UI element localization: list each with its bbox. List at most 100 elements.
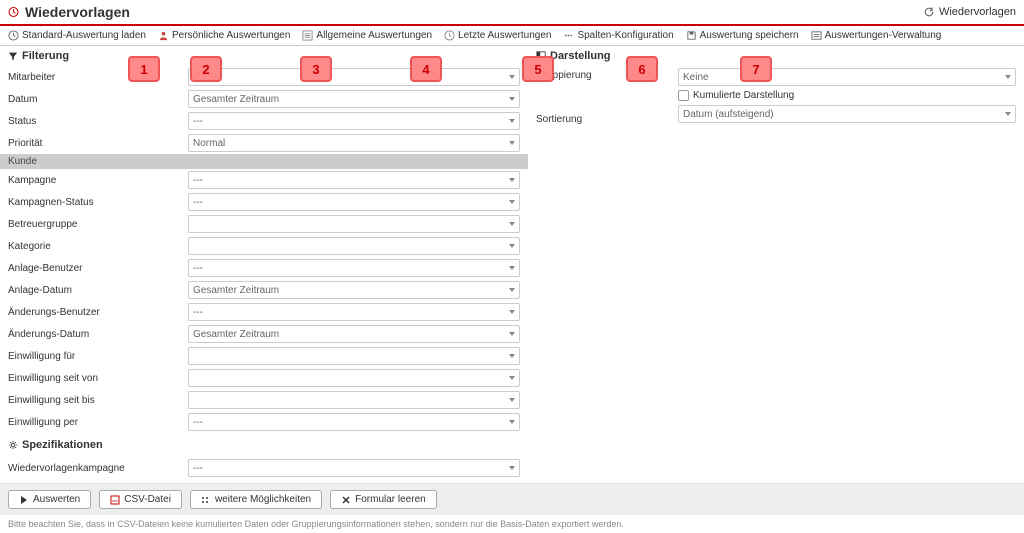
field-label: Kampagne bbox=[8, 175, 188, 186]
filter-row: Kampagne--- bbox=[0, 169, 528, 191]
sortierung-label: Sortierung bbox=[528, 110, 678, 132]
filterung-header: Filterung bbox=[0, 46, 528, 66]
field-label: Datum bbox=[8, 94, 188, 105]
chevron-down-icon bbox=[509, 266, 515, 270]
person-icon bbox=[158, 30, 169, 41]
tb-standard-laden[interactable]: Standard-Auswertung laden bbox=[8, 30, 146, 41]
filter2-select-3[interactable] bbox=[188, 237, 520, 255]
filter-row: Anlage-DatumGesamter Zeitraum bbox=[0, 279, 528, 301]
chevron-down-icon bbox=[509, 332, 515, 336]
chevron-down-icon bbox=[509, 288, 515, 292]
filter2-select-7[interactable]: Gesamter Zeitraum bbox=[188, 325, 520, 343]
annotation-badge-1: 1 bbox=[128, 56, 160, 82]
field-label: Kampagnen-Status bbox=[8, 197, 188, 208]
clock-icon bbox=[8, 30, 19, 41]
filter-row: PrioritätNormal bbox=[0, 132, 528, 154]
filter-row: Einwilligung für bbox=[0, 345, 528, 367]
annotation-badge-7: 7 bbox=[740, 56, 772, 82]
filter2-select-1[interactable]: --- bbox=[188, 193, 520, 211]
chevron-down-icon bbox=[509, 398, 515, 402]
filter-select-2[interactable]: --- bbox=[188, 112, 520, 130]
field-label: Einwilligung seit von bbox=[8, 373, 188, 384]
chevron-down-icon bbox=[509, 200, 515, 204]
spezifikationen-header: Spezifikationen bbox=[0, 433, 528, 457]
filter-row: Einwilligung seit von bbox=[0, 367, 528, 389]
save-icon bbox=[686, 30, 697, 41]
chevron-down-icon bbox=[509, 222, 515, 226]
filter-select-0[interactable]: --- bbox=[188, 68, 520, 86]
chevron-down-icon bbox=[509, 466, 515, 470]
field-label: Einwilligung seit bis bbox=[8, 395, 188, 406]
field-label: Mitarbeiter bbox=[8, 72, 188, 83]
filter-row: Einwilligung seit bis bbox=[0, 389, 528, 411]
kunde-section: Kunde bbox=[0, 154, 528, 169]
field-label: Einwilligung für bbox=[8, 351, 188, 362]
filter-row: Einwilligung per--- bbox=[0, 411, 528, 433]
filter2-select-11[interactable]: --- bbox=[188, 413, 520, 431]
tb-letzte[interactable]: Letzte Auswertungen bbox=[444, 30, 551, 41]
filter-row: Anlage-Benutzer--- bbox=[0, 257, 528, 279]
filter-row: Wiedervorlagenkampagne--- bbox=[0, 457, 528, 479]
filter2-select-10[interactable] bbox=[188, 391, 520, 409]
field-label: Status bbox=[8, 116, 188, 127]
kumuliert-checkbox[interactable] bbox=[678, 90, 689, 101]
action-bar: Auswerten csv CSV-Datei weitere Möglichk… bbox=[0, 483, 1024, 515]
chevron-down-icon bbox=[509, 141, 515, 145]
filter2-select-0[interactable]: --- bbox=[188, 171, 520, 189]
tb-persoenliche[interactable]: Persönliche Auswertungen bbox=[158, 30, 290, 41]
chevron-down-icon bbox=[509, 376, 515, 380]
page-title: Wiedervorlagen bbox=[25, 4, 130, 20]
annotation-badge-2: 2 bbox=[190, 56, 222, 82]
svg-text:csv: csv bbox=[112, 498, 118, 503]
refresh-button[interactable]: Wiedervorlagen bbox=[923, 6, 1016, 18]
chevron-down-icon bbox=[509, 420, 515, 424]
filter2-select-5[interactable]: Gesamter Zeitraum bbox=[188, 281, 520, 299]
manage-icon bbox=[811, 30, 822, 41]
chevron-down-icon bbox=[509, 75, 515, 79]
filter-row: Mitarbeiter--- bbox=[0, 66, 528, 88]
filter2-select-4[interactable]: --- bbox=[188, 259, 520, 277]
filter2-select-2[interactable] bbox=[188, 215, 520, 233]
chevron-down-icon bbox=[1005, 112, 1011, 116]
chevron-down-icon bbox=[509, 244, 515, 248]
filter-select-1[interactable]: Gesamter Zeitraum bbox=[188, 90, 520, 108]
page-header: Wiedervorlagen Wiedervorlagen bbox=[0, 0, 1024, 26]
filter-row: Status--- bbox=[0, 110, 528, 132]
chevron-down-icon bbox=[509, 354, 515, 358]
footer-note: Bitte beachten Sie, dass in CSV-Dateien … bbox=[0, 515, 1024, 533]
filter-row: Betreuergruppe bbox=[0, 213, 528, 235]
kumuliert-label: Kumulierte Darstellung bbox=[693, 90, 794, 101]
clock-icon bbox=[444, 30, 455, 41]
filter2-select-9[interactable] bbox=[188, 369, 520, 387]
filter2-select-6[interactable]: --- bbox=[188, 303, 520, 321]
chevron-down-icon bbox=[509, 97, 515, 101]
filter-row: Kampagnen-Status--- bbox=[0, 191, 528, 213]
sortierung-select[interactable]: Datum (aufsteigend) bbox=[678, 105, 1016, 123]
spec-select-0[interactable]: --- bbox=[188, 459, 520, 477]
tb-allgemeine[interactable]: Allgemeine Auswertungen bbox=[302, 30, 432, 41]
toolbar: Standard-Auswertung laden Persönliche Au… bbox=[0, 26, 1024, 46]
gruppierung-select[interactable]: Keine bbox=[678, 68, 1016, 86]
annotation-badge-3: 3 bbox=[300, 56, 332, 82]
field-label: Einwilligung per bbox=[8, 417, 188, 428]
field-label: Anlage-Datum bbox=[8, 285, 188, 296]
chevron-down-icon bbox=[509, 178, 515, 182]
refresh-label: Wiedervorlagen bbox=[939, 6, 1016, 18]
annotation-badge-6: 6 bbox=[626, 56, 658, 82]
chevron-down-icon bbox=[509, 119, 515, 123]
field-label: Änderungs-Datum bbox=[8, 329, 188, 340]
field-label: Anlage-Benutzer bbox=[8, 263, 188, 274]
dots-icon bbox=[563, 30, 574, 41]
tb-speichern[interactable]: Auswertung speichern bbox=[686, 30, 799, 41]
field-label: Betreuergruppe bbox=[8, 219, 188, 230]
left-column: Filterung Mitarbeiter---DatumGesamter Ze… bbox=[0, 46, 528, 479]
tb-spalten[interactable]: Spalten-Konfiguration bbox=[563, 30, 673, 41]
right-column: Darstellung Gruppierung Sortierung Keine… bbox=[528, 46, 1024, 479]
field-label: Änderungs-Benutzer bbox=[8, 307, 188, 318]
clock-icon bbox=[8, 7, 19, 18]
filter2-select-8[interactable] bbox=[188, 347, 520, 365]
annotation-badge-4: 4 bbox=[410, 56, 442, 82]
tb-verwaltung[interactable]: Auswertungen-Verwaltung bbox=[811, 30, 942, 41]
chevron-down-icon bbox=[1005, 75, 1011, 79]
filter-select-3[interactable]: Normal bbox=[188, 134, 520, 152]
